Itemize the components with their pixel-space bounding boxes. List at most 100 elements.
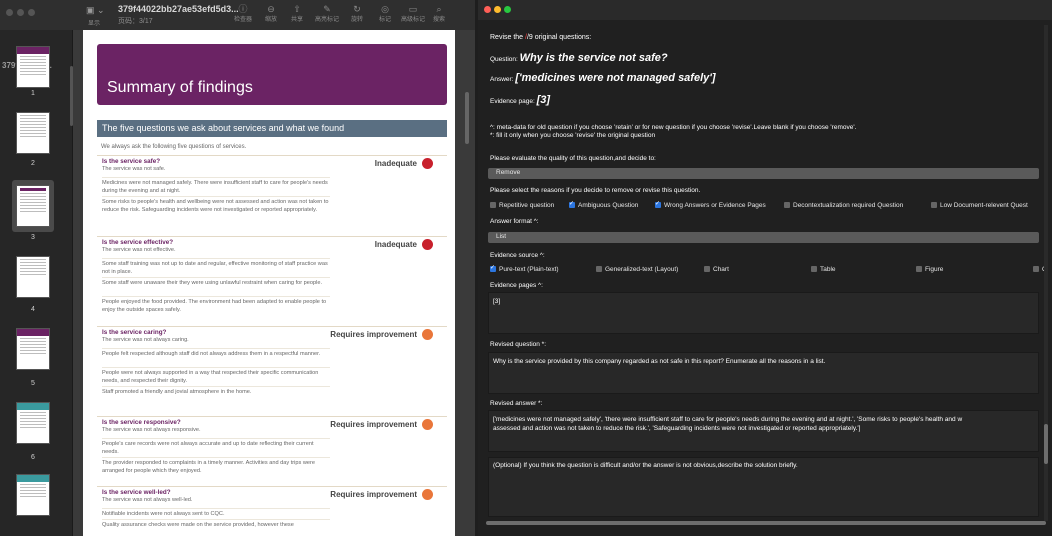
pdf-toolbar: ▣ ⌄ 显示 379f44022bb27ae53efd5d3... 页码：3/1… bbox=[0, 0, 475, 31]
thumbnail-number: 5 bbox=[31, 380, 35, 387]
toolbar-button-7[interactable]: ⌕ 搜索 bbox=[424, 4, 454, 25]
toolbar-icon: ⓘ bbox=[238, 4, 248, 14]
page-thumbnail-4[interactable] bbox=[16, 256, 50, 298]
document-page-area: Summary of findings The five questions w… bbox=[73, 30, 475, 536]
sidebar-toggle-icon[interactable]: ▣ ⌄ bbox=[86, 5, 105, 16]
rating-label: Requires improvement bbox=[330, 490, 417, 499]
page-banner: Summary of findings bbox=[97, 44, 447, 105]
finding-text: Quality assurance checks were made on th… bbox=[102, 519, 330, 530]
reasons-label: Please select the reasons if you decide … bbox=[490, 187, 701, 194]
reason-checkbox[interactable]: Wrong Answers or Evidence Pages bbox=[655, 200, 766, 209]
intro-text: We always ask the following five questio… bbox=[101, 144, 247, 150]
rating-indicator-icon bbox=[422, 329, 433, 340]
page-thumbnail-1[interactable] bbox=[16, 46, 50, 88]
form-horizontal-scrollbar[interactable] bbox=[486, 521, 1046, 525]
rating-label: Inadequate bbox=[374, 240, 417, 249]
reason-label: Wrong Answers or Evidence Pages bbox=[664, 202, 766, 209]
reason-checkbox[interactable]: Low Document-relevent Quest bbox=[931, 202, 1028, 209]
toolbar-icon: ◎ bbox=[381, 4, 389, 14]
page-thumbnail-6[interactable] bbox=[16, 402, 50, 444]
toolbar-button-4[interactable]: ↻ 旋转 bbox=[342, 4, 372, 25]
revised-question-label: Revised question *: bbox=[490, 341, 547, 348]
evidence-source-checkbox[interactable]: Table bbox=[811, 266, 836, 273]
close-window-button[interactable] bbox=[484, 6, 491, 13]
document-page: Summary of findings The five questions w… bbox=[83, 30, 455, 536]
page-scrollbar[interactable] bbox=[465, 92, 469, 144]
reason-label: Repetitive question bbox=[499, 202, 555, 209]
reason-checkbox[interactable]: Repetitive question bbox=[490, 202, 554, 209]
evidence-source-checkbox[interactable]: Chart bbox=[704, 266, 729, 273]
evidence-source-label: Generalized-text (Layout) bbox=[605, 266, 679, 273]
finding-text: The provider responded to complaints in … bbox=[102, 457, 330, 475]
toolbar-button-5[interactable]: ◎ 标记 bbox=[370, 4, 400, 25]
finding-text: Some staff training was not up to date a… bbox=[102, 258, 330, 276]
close-window-button[interactable] bbox=[6, 9, 13, 16]
checkbox-icon bbox=[811, 266, 817, 272]
toolbar-label: 检查器 bbox=[233, 17, 252, 23]
rating-indicator-icon bbox=[422, 419, 433, 430]
question-summary: The service was not always caring. bbox=[102, 337, 189, 343]
toolbar-label: 标记 bbox=[378, 17, 391, 23]
reason-checkbox[interactable]: Ambiguous Question bbox=[569, 200, 639, 209]
checkbox-icon bbox=[1033, 266, 1039, 272]
toolbar-button-2[interactable]: ⇧ 共享 bbox=[282, 4, 312, 25]
toolbar-icon: ⇧ bbox=[293, 4, 301, 14]
evidence-source-checkbox[interactable]: Generalized-text (Layout) bbox=[596, 266, 678, 273]
finding-text: Some staff were unaware their they were … bbox=[102, 277, 330, 288]
question-summary: The service was not safe. bbox=[102, 166, 166, 172]
question-block: Is the service well-led? The service was … bbox=[97, 486, 447, 528]
section-title: The five questions we ask about services… bbox=[102, 123, 345, 133]
view-label: 显示 bbox=[88, 21, 101, 27]
evidence-pages-field[interactable]: [3] bbox=[488, 292, 1039, 334]
evaluate-label: Please evaluate the quality of this ques… bbox=[490, 155, 656, 162]
checkbox-icon bbox=[916, 266, 922, 272]
thumbnail-number: 2 bbox=[31, 160, 35, 167]
toolbar-button-0[interactable]: ⓘ 检查器 bbox=[228, 4, 258, 25]
rating-label: Requires improvement bbox=[330, 420, 417, 429]
finding-text: Staff promoted a friendly and jovial atm… bbox=[102, 386, 330, 397]
minimize-window-button[interactable] bbox=[17, 9, 24, 16]
toolbar-button-3[interactable]: ✎ 高亮标记 bbox=[312, 4, 342, 25]
annotation-form-window: Revise the //9 original questions: Quest… bbox=[478, 0, 1052, 536]
question-title: Is the service caring? bbox=[102, 329, 167, 336]
evidence-source-checkbox[interactable]: Figure bbox=[916, 266, 943, 273]
page-thumbnail-5[interactable] bbox=[16, 328, 50, 370]
evidence-source-checkbox[interactable]: Pure-text (Plain-text) bbox=[490, 264, 559, 273]
page-indicator: 页码：3/17 bbox=[118, 18, 153, 25]
original-answer: Answer: ['medicines were not managed saf… bbox=[490, 72, 716, 84]
minimize-window-button[interactable] bbox=[494, 6, 501, 13]
page-thumbnail-7[interactable] bbox=[16, 474, 50, 516]
revised-answer-label: Revised answer *: bbox=[490, 400, 543, 407]
form-vertical-scrollbar[interactable] bbox=[1044, 424, 1048, 464]
question-title: Is the service safe? bbox=[102, 158, 161, 165]
rating-indicator-icon bbox=[422, 239, 433, 250]
zoom-window-button[interactable] bbox=[504, 6, 511, 13]
evidence-pages-label: Evidence pages ^: bbox=[490, 282, 543, 289]
revised-question-field[interactable]: Why is the service provided by this comp… bbox=[488, 352, 1039, 394]
section-header: The five questions we ask about services… bbox=[97, 120, 447, 137]
revised-answer-field[interactable]: ['medicines were not managed safely', 't… bbox=[488, 410, 1039, 452]
evidence-source-label: Chart bbox=[713, 266, 729, 273]
reason-checkbox[interactable]: Decontextualization required Question bbox=[784, 202, 903, 209]
reason-label: Ambiguous Question bbox=[578, 202, 639, 209]
thumbnail-number: 1 bbox=[31, 90, 35, 97]
answer-format-label: Answer format ^: bbox=[490, 218, 539, 225]
zoom-window-button[interactable] bbox=[28, 9, 35, 16]
question-block: Is the service responsive? The service wa… bbox=[97, 416, 447, 474]
evidence-source-label: Evidence source ^: bbox=[490, 252, 545, 259]
reason-label: Decontextualization required Question bbox=[793, 202, 904, 209]
toolbar-label: 共享 bbox=[290, 17, 303, 23]
answer-format-select[interactable]: List bbox=[488, 232, 1039, 243]
toolbar-label: 旋转 bbox=[350, 17, 363, 23]
evidence-source-label: Table bbox=[820, 266, 836, 273]
rating-indicator-icon bbox=[422, 489, 433, 500]
finding-text: Medicines were not managed safely. There… bbox=[102, 177, 330, 195]
page-thumbnail-2[interactable] bbox=[16, 112, 50, 154]
finding-text: People enjoyed the food provided. The en… bbox=[102, 296, 330, 314]
optional-solution-field[interactable]: (Optional) If you think the question is … bbox=[488, 457, 1039, 517]
checkbox-icon bbox=[490, 264, 496, 272]
toolbar-icon: ↻ bbox=[353, 4, 361, 14]
decision-select[interactable]: Remove bbox=[488, 168, 1039, 179]
toolbar-icon: ✎ bbox=[323, 4, 331, 14]
page-thumbnail-3[interactable] bbox=[16, 185, 50, 227]
